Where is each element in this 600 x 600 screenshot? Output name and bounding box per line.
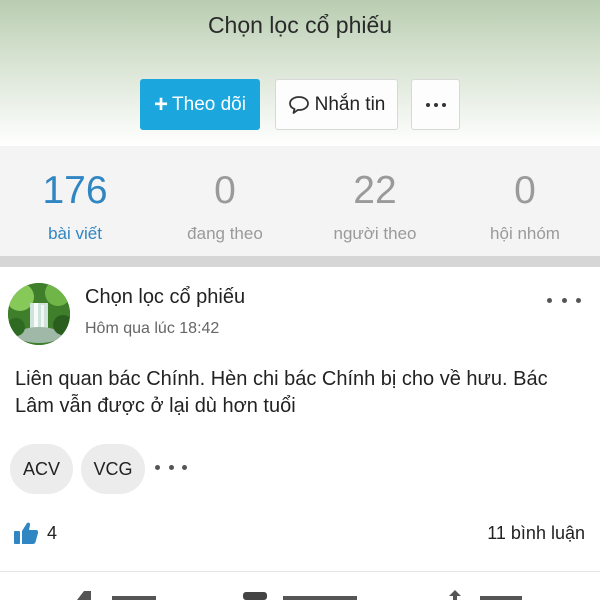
stat-groups[interactable]: 0 hội nhóm xyxy=(450,146,600,256)
stock-tag-vcg[interactable]: VCG xyxy=(81,444,145,494)
post-action-bar xyxy=(0,588,600,600)
share-action-icon[interactable] xyxy=(447,588,463,600)
share-action-label xyxy=(480,596,522,600)
stock-tag-acv[interactable]: ACV xyxy=(10,444,73,494)
plus-icon: + xyxy=(154,90,169,118)
stat-value: 0 xyxy=(214,169,236,212)
like-count: 4 xyxy=(47,522,58,543)
profile-stats: 176 bài viết 0 đang theo 22 người theo 0… xyxy=(0,146,600,256)
stat-value: 22 xyxy=(353,169,397,212)
post-body: Liên quan bác Chính. Hèn chi bác Chính b… xyxy=(15,368,548,417)
stat-value: 176 xyxy=(42,169,108,212)
follow-button[interactable]: + Theo dõi xyxy=(140,79,260,130)
stat-label: đang theo xyxy=(187,224,263,243)
stat-label: người theo xyxy=(333,224,417,243)
post-author[interactable]: Chọn lọc cổ phiếu xyxy=(85,286,245,309)
stat-posts[interactable]: 176 bài viết xyxy=(0,146,150,256)
avatar[interactable] xyxy=(8,283,70,345)
profile-header: Chọn lọc cổ phiếu + Theo dõi Nhắn tin xyxy=(0,0,600,146)
waterfall-image xyxy=(8,283,70,345)
profile-title: Chọn lọc cổ phiếu xyxy=(207,12,393,38)
speech-bubble-icon xyxy=(288,95,309,114)
message-button-label: Nhắn tin xyxy=(314,93,386,115)
stat-followers[interactable]: 22 người theo xyxy=(300,146,450,256)
tags-more-icon[interactable] xyxy=(155,462,187,472)
like-button[interactable]: 4 xyxy=(13,521,57,545)
stat-label: bài viết xyxy=(48,224,102,243)
section-divider xyxy=(0,256,600,267)
post-options-icon[interactable] xyxy=(547,294,581,306)
ellipsis-icon xyxy=(425,102,446,107)
post-timestamp: Hôm qua lúc 18:42 xyxy=(85,320,220,337)
stat-value: 0 xyxy=(514,169,536,212)
stat-label: hội nhóm xyxy=(490,224,560,243)
action-divider xyxy=(0,571,600,572)
thumbs-up-icon xyxy=(14,522,39,544)
comment-action-label xyxy=(283,596,357,600)
message-button[interactable]: Nhắn tin xyxy=(275,79,398,130)
comment-action-icon[interactable] xyxy=(243,588,267,600)
like-action-label xyxy=(112,596,156,600)
stat-following[interactable]: 0 đang theo xyxy=(150,146,300,256)
follow-button-label: Theo dõi xyxy=(172,93,246,115)
comment-count[interactable]: 11 bình luận xyxy=(487,523,585,544)
more-options-button[interactable] xyxy=(411,79,460,130)
like-action-icon[interactable] xyxy=(75,588,91,600)
